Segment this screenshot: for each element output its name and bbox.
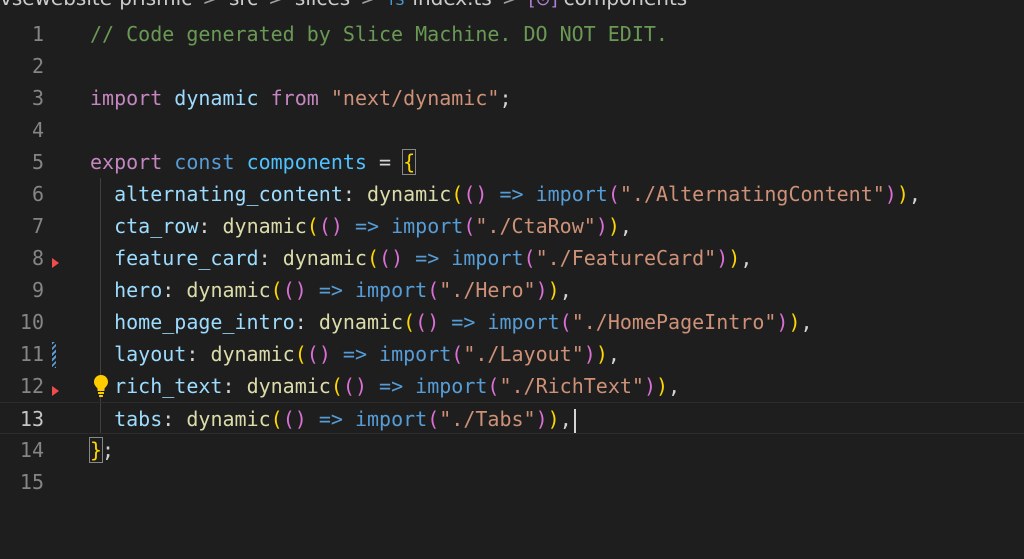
property-key: layout: [114, 342, 187, 366]
operator: =: [366, 150, 404, 174]
current-code-line[interactable]: 13 tabs: dynamic(() => import("./Tabs"))…: [0, 402, 1024, 434]
code-text: cta_row: dynamic(() => import("./CtaRow"…: [114, 214, 632, 238]
string-literal: "./AlternatingContent": [619, 182, 885, 206]
code-text: // Code generated by Slice Machine. DO N…: [90, 18, 668, 50]
keyword-import: import: [90, 86, 163, 110]
string-literal: "next/dynamic": [330, 86, 500, 110]
code-text: };: [88, 434, 115, 466]
code-text: home_page_intro: dynamic(() => import(".…: [114, 310, 813, 334]
line-number: 11: [19, 342, 44, 366]
property-key: tabs: [114, 407, 163, 431]
keyword-const: const: [174, 150, 235, 174]
breadcrumb-item-src[interactable]: src: [229, 0, 258, 10]
error-marker-icon[interactable]: [52, 386, 59, 396]
property-key: feature_card: [114, 246, 259, 270]
code-text: hero: dynamic(() => import("./Hero")),: [114, 278, 572, 302]
code-line[interactable]: 9 hero: dynamic(() => import("./Hero")),: [0, 274, 1024, 306]
punctuation: ;: [499, 86, 512, 110]
code-line[interactable]: 1 // Code generated by Slice Machine. DO…: [0, 18, 1024, 50]
breadcrumb-separator: >: [502, 0, 519, 10]
line-number: 6: [31, 182, 44, 206]
breadcrumb-item-project[interactable]: vsewebsite-prismic: [0, 0, 192, 10]
error-marker-icon[interactable]: [52, 258, 59, 268]
keyword-from: from: [270, 86, 319, 110]
typescript-file-icon: TS: [386, 0, 405, 9]
comment: // Code generated by Slice Machine. DO N…: [90, 22, 668, 46]
property-key: cta_row: [114, 214, 199, 238]
code-line[interactable]: 15: [0, 466, 1024, 498]
breadcrumb-separator: >: [202, 0, 219, 10]
punctuation: ;: [102, 438, 115, 462]
breadcrumb-item-slices[interactable]: slices: [295, 0, 350, 10]
property-key: home_page_intro: [114, 310, 295, 334]
line-number: 8: [31, 246, 44, 270]
keyword-export: export: [90, 150, 163, 174]
string-literal: "./HomePageIntro": [571, 310, 777, 334]
code-line[interactable]: 2: [0, 50, 1024, 82]
property-key: alternating_content: [114, 182, 343, 206]
line-number: 7: [31, 214, 44, 238]
line-number: 3: [31, 86, 44, 110]
code-line[interactable]: 5 export const components = {: [0, 146, 1024, 178]
code-text: import dynamic from "next/dynamic";: [90, 82, 511, 114]
identifier: components: [246, 150, 367, 174]
line-number: 15: [19, 470, 44, 494]
breadcrumb-item-symbol[interactable]: components: [564, 0, 688, 10]
code-editor[interactable]: 1 // Code generated by Slice Machine. DO…: [0, 16, 1024, 559]
modified-line-indicator[interactable]: [52, 342, 56, 368]
string-literal: "./Layout": [463, 342, 584, 366]
identifier: dynamic: [174, 86, 259, 110]
code-text: alternating_content: dynamic(() => impor…: [114, 182, 921, 206]
breadcrumb-separator: >: [268, 0, 285, 10]
code-text: feature_card: dynamic(() => import("./Fe…: [114, 246, 753, 270]
line-number: 14: [19, 438, 44, 462]
breadcrumb-separator: >: [360, 0, 377, 10]
line-number: 9: [31, 278, 44, 302]
brace-open: {: [402, 149, 417, 175]
code-line[interactable]: 7 cta_row: dynamic(() => import("./CtaRo…: [0, 210, 1024, 242]
property-key: hero: [114, 278, 163, 302]
string-literal: "./RichText": [499, 374, 644, 398]
line-number: 1: [31, 22, 44, 46]
code-text: rich_text: dynamic(() => import("./RichT…: [114, 374, 681, 398]
string-literal: "./Tabs": [439, 407, 536, 431]
string-literal: "./Hero": [439, 278, 536, 302]
line-number: 10: [19, 310, 44, 334]
string-literal: "./CtaRow": [475, 214, 596, 238]
variable-symbol-icon: [⊙]: [529, 0, 558, 10]
code-line[interactable]: 6 alternating_content: dynamic(() => imp…: [0, 178, 1024, 210]
code-line[interactable]: 14 };: [0, 434, 1024, 466]
line-number: 5: [31, 150, 44, 174]
code-line[interactable]: 10 home_page_intro: dynamic(() => import…: [0, 306, 1024, 338]
property-key: rich_text: [114, 374, 223, 398]
line-number: 12: [19, 374, 44, 398]
code-line[interactable]: 3 import dynamic from "next/dynamic";: [0, 82, 1024, 114]
code-line[interactable]: 11 layout: dynamic(() => import("./Layou…: [0, 338, 1024, 370]
code-line[interactable]: 4: [0, 114, 1024, 146]
code-text: layout: dynamic(() => import("./Layout")…: [114, 342, 620, 366]
string-literal: "./FeatureCard": [535, 246, 717, 270]
brace-close: }: [88, 437, 104, 463]
code-text: export const components = {: [90, 146, 417, 178]
text-cursor: [573, 408, 576, 433]
line-number: 13: [19, 407, 44, 431]
line-number: 4: [31, 118, 44, 142]
code-line[interactable]: 8 feature_card: dynamic(() => import("./…: [0, 242, 1024, 274]
line-number: 2: [31, 54, 44, 78]
breadcrumb-item-file[interactable]: index.ts: [412, 0, 491, 10]
breadcrumb: vsewebsite-prismic > src > slices > TS index.ts…: [0, 0, 1024, 10]
code-text: tabs: dynamic(() => import("./Tabs")),: [90, 403, 576, 435]
code-line[interactable]: 12 rich_text: dynamic(() => import("./Ri…: [0, 370, 1024, 402]
